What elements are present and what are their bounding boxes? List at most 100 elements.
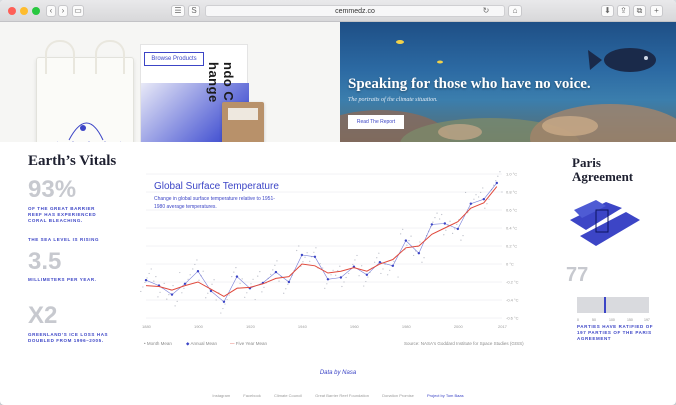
month-mean-point <box>326 283 328 285</box>
month-mean-point <box>465 191 467 194</box>
share-icon[interactable]: ⇪ <box>617 5 630 17</box>
ratified-bar-track <box>577 297 649 313</box>
annual-mean-point <box>495 181 499 185</box>
annual-mean-point <box>274 270 278 274</box>
month-mean-point <box>393 260 395 262</box>
month-mean-point <box>402 228 404 230</box>
month-mean-point <box>449 220 451 222</box>
bar-tick: 0 <box>577 318 579 322</box>
footer-link-climate-council[interactable]: Climate Council <box>274 393 302 398</box>
month-mean-point <box>322 267 324 269</box>
month-mean-point <box>207 292 209 294</box>
new-tab-icon[interactable]: + <box>650 5 663 17</box>
reader-icon[interactable]: ☰ <box>171 5 185 17</box>
month-mean-point <box>283 292 285 294</box>
extension-button[interactable]: S <box>188 5 200 17</box>
footer-link-project-credit[interactable]: Project by Tom Baas <box>427 393 464 398</box>
annual-mean-point <box>404 239 408 242</box>
extension-icon[interactable]: ⌂ <box>508 5 522 17</box>
ice-loss-value: X2 <box>28 302 58 329</box>
tabs-icon[interactable]: ⧉ <box>633 5 646 17</box>
read-report-button[interactable]: Read The Report <box>348 115 404 129</box>
month-mean-point <box>174 305 176 307</box>
month-mean-point <box>473 198 475 200</box>
chart-source: Source: NASA's Goddard Institute for Spa… <box>404 341 524 346</box>
month-mean-point <box>345 276 347 279</box>
month-mean-point <box>352 263 354 266</box>
annual-mean-point <box>300 253 304 257</box>
month-mean-point <box>358 275 360 277</box>
data-credit: Data by Nasa <box>319 370 357 376</box>
browser-window: ‹ › ▭ ☰ S cemmedz.co ↻ ⌂ ⬇ ⇪ ⧉ + ndo Cli… <box>0 0 676 405</box>
ratified-bar-fill <box>604 297 607 313</box>
month-mean-point <box>228 294 230 296</box>
sea-level-caption: The sea level is rising <box>28 237 100 242</box>
paris-stat-value: 77 <box>566 264 589 286</box>
footer-link-instagram[interactable]: Instagram <box>212 393 230 398</box>
annual-mean-point <box>365 273 369 276</box>
forward-icon[interactable]: › <box>58 5 68 17</box>
zoom-window-button[interactable] <box>32 7 40 15</box>
month-mean-point <box>413 254 415 257</box>
footer-link-reef-foundation[interactable]: Great Barrier Reef Foundation <box>315 393 369 398</box>
month-mean-point <box>330 274 332 276</box>
back-icon[interactable]: ‹ <box>46 5 56 17</box>
y-tick-label: -0.2 °C <box>506 280 519 285</box>
minimize-window-button[interactable] <box>20 7 28 15</box>
sidebar-icon[interactable]: ▭ <box>72 5 84 17</box>
month-mean-point <box>389 269 391 271</box>
month-mean-point <box>189 274 191 276</box>
month-mean-point <box>486 203 488 205</box>
x-tick-label: 1980 <box>402 324 412 329</box>
footer-link-facebook[interactable]: Facebook <box>243 393 261 398</box>
month-mean-point <box>194 263 196 266</box>
month-mean-point <box>387 274 389 276</box>
annual-mean-point <box>170 293 174 296</box>
month-mean-point <box>380 272 382 275</box>
close-window-button[interactable] <box>8 7 16 15</box>
month-mean-point <box>263 286 265 288</box>
month-mean-point <box>343 281 345 283</box>
paris-brush-illustration <box>570 200 640 246</box>
month-mean-point <box>302 261 304 263</box>
month-mean-point <box>192 268 194 270</box>
ice-loss-caption: Greenland’s ice loss has doubled from 19… <box>28 332 109 343</box>
month-mean-point <box>241 278 243 280</box>
month-mean-point <box>198 279 200 281</box>
x-tick-label: 1960 <box>350 324 360 329</box>
download-icon[interactable]: ⬇ <box>601 5 614 17</box>
x-tick-label: 2017 <box>498 324 508 329</box>
hero-headline: Speaking for those who have no voice. <box>348 76 591 92</box>
address-bar[interactable]: cemmedz.co <box>205 5 505 17</box>
month-mean-point <box>332 269 334 271</box>
month-mean-point <box>176 300 178 302</box>
month-mean-point <box>146 277 148 279</box>
month-mean-point <box>335 274 337 276</box>
x-tick-label: 1920 <box>246 324 256 329</box>
annual-mean-point <box>482 198 486 201</box>
annual-mean-point <box>313 255 317 258</box>
month-mean-point <box>153 280 155 282</box>
bar-tick: 50 <box>592 318 596 322</box>
annual-mean-point <box>144 279 148 282</box>
month-mean-point <box>341 285 343 288</box>
month-mean-point <box>196 259 198 261</box>
annual-mean-point <box>456 227 460 231</box>
footer-link-donation[interactable]: Donation Promise <box>382 393 414 398</box>
reload-icon[interactable]: ↻ <box>481 6 491 18</box>
month-mean-point <box>478 196 480 198</box>
month-mean-point <box>140 290 142 293</box>
browse-products-button[interactable]: Browse Products <box>144 52 204 66</box>
x-tick-label: 1900 <box>194 324 204 329</box>
month-mean-point <box>159 291 161 293</box>
y-tick-label: 0.2 °C <box>506 244 517 249</box>
month-mean-point <box>315 247 317 249</box>
month-mean-point <box>475 194 477 196</box>
month-mean-point <box>452 232 454 234</box>
month-mean-point <box>363 285 365 287</box>
y-tick-label: 0.4 °C <box>506 226 517 231</box>
annual-mean-point <box>443 222 447 225</box>
annual-mean-point <box>326 278 330 281</box>
paris-title: Paris Agreement <box>572 155 634 184</box>
month-mean-point <box>324 287 326 289</box>
